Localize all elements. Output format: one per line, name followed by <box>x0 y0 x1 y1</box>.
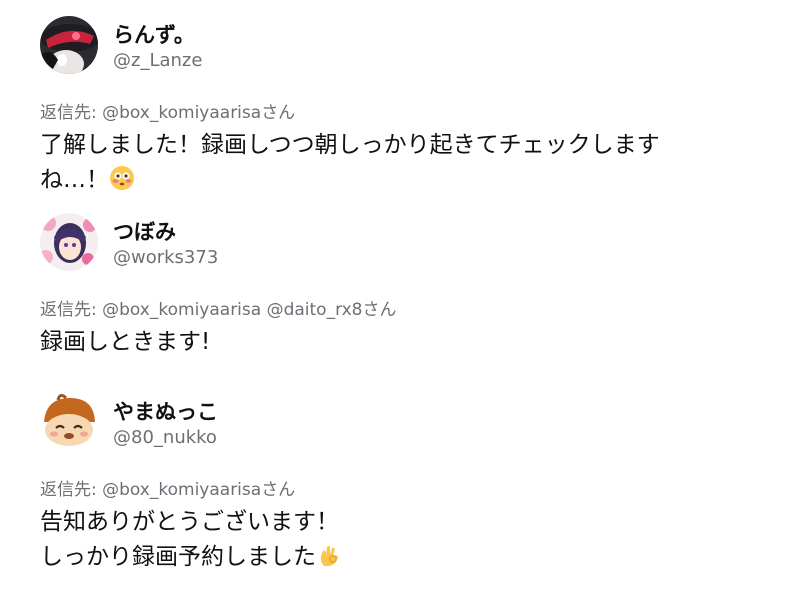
tweet-text-line: 了解しました！録画しつつ朝しっかり起きてチェックします <box>40 132 660 158</box>
reply-suffix: さん <box>261 480 296 500</box>
user-name[interactable]: らんず。 <box>113 19 195 49</box>
reply-suffix: さん <box>362 300 397 320</box>
avatar-hat-character-icon <box>40 16 98 74</box>
tweet-text-line: ね…！ <box>40 163 760 198</box>
user-handle[interactable]: @works373 <box>113 247 218 268</box>
user-name[interactable]: やまぬっこ <box>113 396 218 426</box>
tweet-text-line-content: ね…！ <box>40 167 109 193</box>
reply-mention-link[interactable]: @box_komiyaarisa <box>102 103 261 123</box>
reply-prefix: 返信先: <box>40 480 103 500</box>
reply-to: 返信先: @box_komiyaarisaさん <box>40 98 295 123</box>
tweet-text-line: しっかり録画予約しました <box>40 540 760 575</box>
flushed-face-emoji <box>109 165 135 191</box>
avatar-plush-character-icon <box>40 392 98 450</box>
avatar[interactable] <box>40 213 98 271</box>
reply-mention-link[interactable]: @box_komiyaarisa <box>102 480 261 500</box>
avatar-anime-girl-icon <box>40 213 98 271</box>
reply-prefix: 返信先: <box>40 103 103 123</box>
user-handle[interactable]: @80_nukko <box>113 427 217 448</box>
ok-hand-emoji <box>316 542 342 568</box>
avatar[interactable] <box>40 392 98 450</box>
tweet-text: 録画しときます! <box>40 325 760 360</box>
tweet-text: 告知ありがとうございます！ しっかり録画予約しました <box>40 505 760 575</box>
avatar[interactable] <box>40 16 98 74</box>
reply-to: 返信先: @box_komiyaarisa @daito_rx8さん <box>40 295 397 320</box>
reply-mention-link[interactable]: @box_komiyaarisa @daito_rx8 <box>102 300 362 320</box>
tweet-text-line: 告知ありがとうございます！ <box>40 509 339 535</box>
user-name[interactable]: つぼみ <box>113 216 176 246</box>
reply-prefix: 返信先: <box>40 300 103 320</box>
reply-suffix: さん <box>261 103 296 123</box>
user-handle[interactable]: @z_Lanze <box>113 50 202 71</box>
tweet-text-line-content: しっかり録画予約しました <box>40 544 316 570</box>
tweet-text-line: 録画しときます! <box>40 329 211 355</box>
reply-to: 返信先: @box_komiyaarisaさん <box>40 475 295 500</box>
tweet-text: 了解しました！録画しつつ朝しっかり起きてチェックします ね…！ <box>40 128 760 198</box>
